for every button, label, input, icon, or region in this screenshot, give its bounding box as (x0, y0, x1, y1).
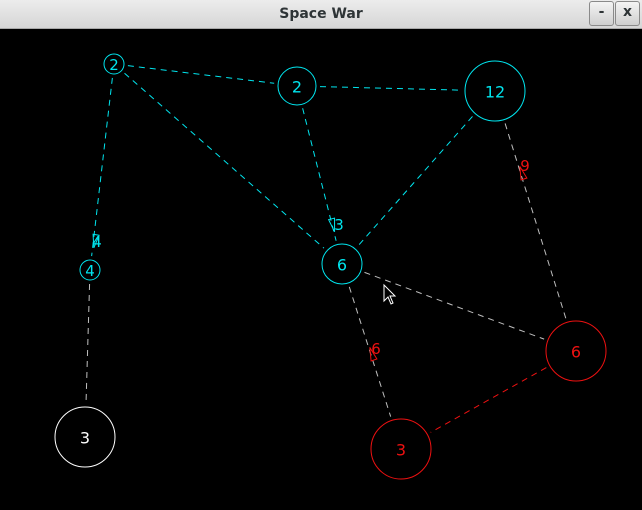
minimize-button[interactable]: - (589, 1, 614, 26)
planet-p5[interactable]: 6 (321, 243, 363, 285)
planet-p3[interactable]: 12 (464, 60, 526, 122)
title-bar[interactable]: Space War - x (0, 0, 642, 29)
planet-ship-count: 2 (109, 56, 119, 74)
planet-p7[interactable]: 3 (370, 418, 432, 480)
route-line-p5-p6 (364, 271, 545, 340)
planet-p6[interactable]: 6 (545, 320, 607, 382)
fleet-f1[interactable]: 4 (92, 233, 102, 251)
fleet-ship-count: 3 (334, 216, 344, 234)
route-line-p3-p6 (504, 123, 567, 319)
route-line-p6-p7 (430, 367, 547, 433)
planet-ship-count: 3 (396, 441, 406, 460)
planet-p4[interactable]: 4 (79, 259, 101, 281)
fleets-layer: 4 3 9 6 (92, 157, 530, 362)
fleet-f2[interactable]: 3 (327, 216, 344, 234)
fleet-f4[interactable]: 6 (369, 340, 381, 362)
planet-p2[interactable]: 2 (277, 66, 317, 106)
game-window: Space War - x 4 3 9 6 2 2 12 4 6 6 3 3 (0, 0, 642, 510)
fleet-ship-count: 9 (520, 157, 530, 175)
planet-ship-count: 3 (80, 429, 90, 448)
route-line-p2-p5 (302, 108, 337, 241)
planet-ship-count: 12 (485, 83, 505, 102)
route-line-p3-p5 (357, 116, 473, 247)
close-button[interactable]: x (615, 1, 640, 26)
planet-p1[interactable]: 2 (103, 53, 125, 75)
route-line-p4-p8 (85, 283, 91, 404)
window-title: Space War (279, 6, 363, 22)
route-line-p1-p5 (124, 72, 325, 249)
planet-ship-count: 6 (571, 343, 581, 362)
fleet-ship-count: 4 (92, 233, 102, 251)
planet-ship-count: 6 (337, 256, 347, 275)
planet-p8[interactable]: 3 (54, 406, 116, 468)
fleet-ship-count: 6 (371, 340, 381, 358)
route-line-p1-p4 (91, 77, 113, 257)
planets-layer: 2 2 12 4 6 6 3 3 (54, 53, 607, 480)
planet-ship-count: 4 (85, 262, 95, 280)
route-line-p2-p3 (319, 86, 462, 91)
route-line-p1-p2 (127, 65, 275, 84)
planet-ship-count: 2 (292, 78, 302, 97)
mouse-cursor-icon (383, 283, 397, 305)
game-board[interactable]: 4 3 9 6 2 2 12 4 6 6 3 3 (0, 29, 642, 510)
